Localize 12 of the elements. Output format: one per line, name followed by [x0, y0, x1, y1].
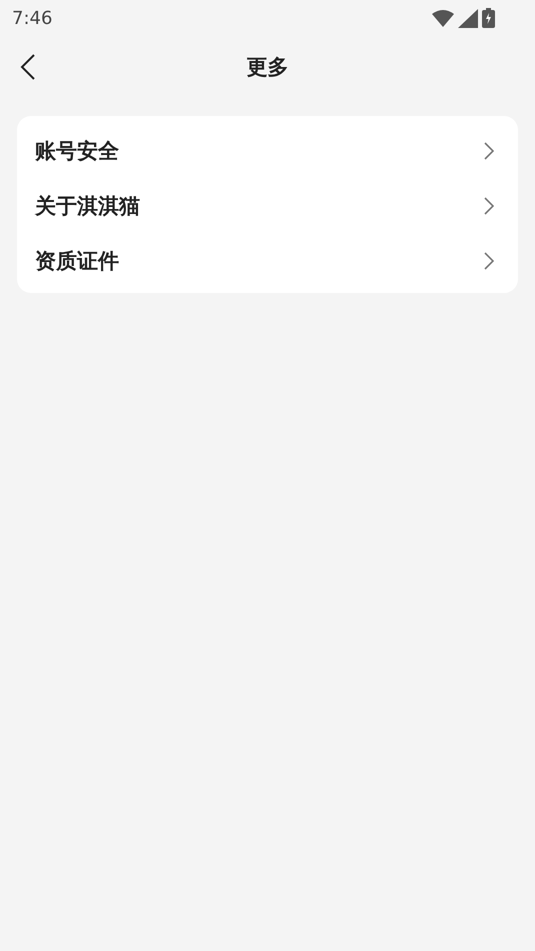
chevron-right-icon — [484, 142, 494, 160]
wifi-icon — [432, 10, 454, 26]
menu-item[interactable]: 账号安全 — [35, 136, 119, 164]
page-title: 更多 — [246, 54, 288, 81]
status-time: 7:46 — [12, 8, 52, 28]
signal-icon — [458, 8, 478, 28]
back-icon[interactable] — [20, 54, 36, 80]
menu-item[interactable]: 资质证件 — [35, 246, 119, 274]
chevron-right-icon — [484, 252, 494, 270]
menu-item[interactable]: 关于淇淇猫 — [35, 192, 140, 220]
chevron-right-icon — [484, 196, 494, 214]
battery-icon — [482, 8, 495, 28]
